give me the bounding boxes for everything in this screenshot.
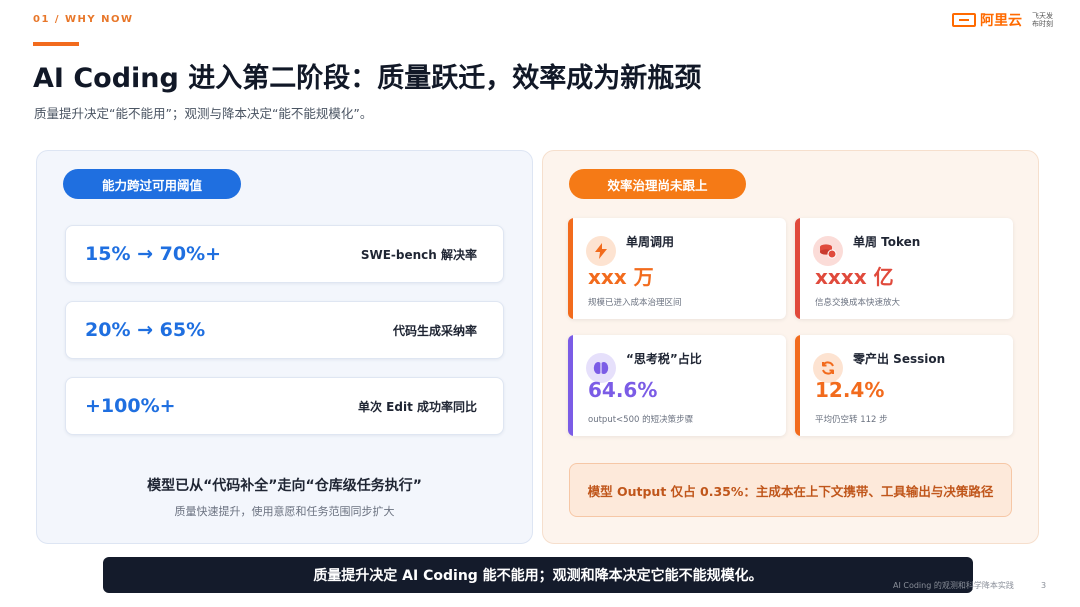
stat-card-weekly-calls: 单周调用 xxx 万 规模已进入成本治理区间 [568,218,786,319]
stat-card-thinking-tax: “思考税”占比 64.6% output<500 的短决策步骤 [568,335,786,436]
metric-value: +100%+ [85,395,176,417]
capability-summary-subtitle: 质量快速提升，使用意愿和任务范围同步扩大 [174,505,395,518]
metric-card: +100%+ 单次 Edit 成功率同比 [65,377,504,435]
stat-value: 12.4% [815,378,885,402]
stat-note: 信息交换成本快速放大 [815,298,901,308]
stat-title: “思考税”占比 [626,352,702,366]
stat-note: output<500 的短决策步骤 [588,415,694,425]
aliyun-logo: 阿里云 飞天发布时刻 [952,11,1053,31]
stat-note: 平均仍空转 112 步 [815,415,888,425]
output-share-callout: 模型 Output 仅占 0.35%：主成本在上下文携带、工具输出与决策路径 [569,463,1012,517]
metric-value: 20% → 65% [85,319,206,341]
footer-note: AI Coding 的观测和科学降本实践 [893,581,1014,590]
stat-title: 单周调用 [626,235,675,249]
stat-card-zero-output-session: 零产出 Session 12.4% 平均仍空转 112 步 [795,335,1013,436]
capability-summary-title: 模型已从“代码补全”走向“仓库级任务执行” [147,478,422,494]
stat-title: 零产出 Session [853,352,946,366]
stat-accent-bar [568,218,573,319]
page-title: AI Coding 进入第二阶段：质量跃迁，效率成为新瓶颈 [33,63,702,94]
capability-pill: 能力跨过可用阈值 [63,169,241,199]
section-accent-line [33,42,79,46]
stat-accent-bar [795,335,800,436]
stat-value: xxx 万 [588,265,654,289]
page-subtitle: 质量提升决定“能不能用”；观测与降本决定“能不能规模化”。 [34,106,373,121]
metric-value: 15% → 70%+ [85,243,222,265]
page-number: 3 [1041,581,1047,590]
metric-card: 20% → 65% 代码生成采纳率 [65,301,504,359]
summary-banner: 质量提升决定 AI Coding 能不能用；观测和降本决定它能不能规模化。 [103,557,973,593]
stat-accent-bar [795,218,800,319]
metric-label: 代码生成采纳率 [392,323,477,338]
metric-card: 15% → 70%+ SWE-bench 解决率 [65,225,504,283]
aliyun-logo-icon [952,13,976,27]
metric-label: SWE-bench 解决率 [360,247,477,262]
stat-accent-bar [568,335,573,436]
stat-value: 64.6% [588,378,658,402]
stat-title: 单周 Token [853,235,921,249]
stat-value: xxxx 亿 [815,265,894,289]
efficiency-pill: 效率治理尚未跟上 [569,169,746,199]
stat-card-weekly-token: 单周 Token xxxx 亿 信息交换成本快速放大 [795,218,1013,319]
logo-subtext: 飞天发布时刻 [1032,12,1053,28]
metric-label: 单次 Edit 成功率同比 [358,399,477,414]
stat-note: 规模已进入成本治理区间 [588,298,682,308]
section-tag: 01 / WHY NOW [33,14,134,25]
logo-text: 阿里云 [980,13,1022,29]
